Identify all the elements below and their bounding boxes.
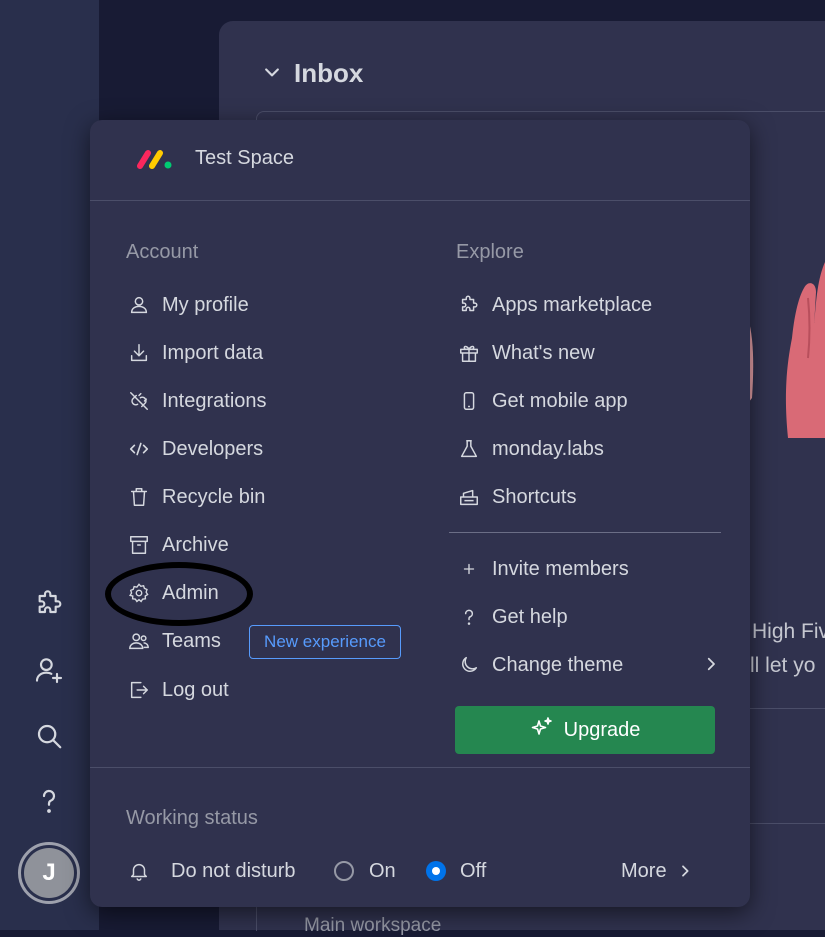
account-section-title: Account — [126, 241, 199, 263]
user-avatar[interactable]: J — [18, 842, 80, 904]
more-label: More — [621, 859, 667, 882]
plug-icon — [126, 388, 152, 414]
keyboard-icon — [456, 484, 482, 510]
logout-icon — [126, 677, 152, 703]
team-icon — [126, 628, 152, 654]
menu-item-label: My profile — [162, 293, 249, 316]
radio-off-label: Off — [460, 859, 487, 882]
menu-item-get-mobile-app[interactable]: Get mobile app — [456, 381, 628, 421]
menu-item-recycle-bin[interactable]: Recycle bin — [126, 477, 265, 517]
user-icon — [126, 292, 152, 318]
menu-item-label: monday.labs — [492, 437, 604, 460]
chevron-right-icon — [677, 863, 693, 879]
dnd-off-radio[interactable]: Off — [426, 851, 486, 891]
background-text-1: High Fiv — [752, 620, 825, 643]
sparkle-icon — [530, 715, 554, 745]
apps-puzzle-icon[interactable] — [30, 585, 68, 623]
upgrade-button[interactable]: Upgrade — [455, 706, 715, 754]
menu-item-change-theme[interactable]: Change theme — [456, 645, 720, 685]
admin-highlight-circle — [105, 562, 253, 626]
monday-logo — [136, 148, 174, 175]
radio-on-label: On — [369, 859, 396, 882]
working-status-divider — [90, 767, 750, 768]
menu-item-shortcuts[interactable]: Shortcuts — [456, 477, 576, 517]
explore-section-title: Explore — [456, 241, 524, 263]
menu-item-label: Integrations — [162, 389, 267, 412]
download-icon — [126, 340, 152, 366]
left-sidebar: J — [0, 0, 99, 930]
mobile-icon — [456, 388, 482, 414]
background-divider-1 — [750, 708, 825, 709]
menu-item-label: Teams — [162, 629, 221, 652]
bell-icon — [126, 858, 152, 884]
menu-header: Test Space — [90, 120, 750, 201]
workspace-label: Main workspace — [304, 915, 442, 936]
menu-item-import-data[interactable]: Import data — [126, 333, 263, 373]
menu-item-label: Get help — [492, 605, 568, 628]
menu-item-whats-new[interactable]: What's new — [456, 333, 595, 373]
puzzle-icon — [456, 292, 482, 318]
menu-item-label: Recycle bin — [162, 485, 266, 508]
menu-item-archive[interactable]: Archive — [126, 525, 229, 565]
archive-icon — [126, 532, 152, 558]
radio-on-circle[interactable] — [334, 861, 354, 881]
working-status-title: Working status — [126, 807, 258, 829]
chevron-right-icon — [702, 655, 720, 679]
upgrade-label: Upgrade — [563, 718, 641, 741]
gift-icon — [456, 340, 482, 366]
high-five-illustration — [748, 258, 825, 438]
avatar-initial: J — [24, 848, 74, 898]
menu-item-label: Apps marketplace — [492, 293, 653, 316]
menu-item-my-profile[interactable]: My profile — [126, 285, 249, 325]
code-icon — [126, 436, 152, 462]
new-experience-badge[interactable]: New experience — [249, 625, 401, 659]
menu-item-invite-members[interactable]: Invite members — [456, 549, 629, 589]
question-icon — [456, 604, 482, 630]
radio-off-circle-selected[interactable] — [426, 861, 446, 881]
plus-icon — [456, 556, 482, 582]
account-menu: Test Space Account My profile Import dat… — [90, 120, 750, 907]
menu-item-label: What's new — [492, 341, 595, 364]
workspace-name[interactable]: Test Space — [195, 147, 294, 170]
trash-icon — [126, 484, 152, 510]
menu-item-label: Archive — [162, 533, 229, 556]
menu-item-teams[interactable]: Teams — [126, 621, 221, 661]
menu-item-label: Developers — [162, 437, 264, 460]
flask-icon — [456, 436, 482, 462]
menu-item-label: Invite members — [492, 557, 629, 580]
menu-item-developers[interactable]: Developers — [126, 429, 263, 469]
explore-divider — [449, 532, 721, 533]
dnd-on-radio[interactable]: On — [334, 851, 396, 891]
menu-item-label: Import data — [162, 341, 264, 364]
background-text-2: 'll let yo — [746, 654, 816, 677]
help-question-icon[interactable] — [30, 782, 68, 820]
menu-item-label: Get mobile app — [492, 389, 628, 412]
menu-item-label: Shortcuts — [492, 485, 577, 508]
chevron-down-icon — [262, 58, 282, 89]
menu-item-label: Log out — [162, 678, 229, 701]
moon-icon — [456, 652, 482, 678]
search-icon[interactable] — [30, 717, 68, 755]
menu-item-apps-marketplace[interactable]: Apps marketplace — [456, 285, 652, 325]
inbox-title: Inbox — [294, 58, 364, 88]
menu-item-log-out[interactable]: Log out — [126, 670, 229, 710]
invite-user-icon[interactable] — [30, 651, 68, 689]
menu-item-integrations[interactable]: Integrations — [126, 381, 267, 421]
menu-item-monday-labs[interactable]: monday.labs — [456, 429, 604, 469]
menu-item-label: Change theme — [492, 653, 624, 676]
do-not-disturb-label: Do not disturb — [171, 859, 296, 882]
menu-item-get-help[interactable]: Get help — [456, 597, 568, 637]
inbox-header[interactable]: Inbox — [262, 58, 363, 89]
background-divider-2 — [750, 823, 825, 824]
more-button[interactable]: More — [621, 851, 693, 891]
do-not-disturb-row: Do not disturb — [126, 851, 296, 891]
